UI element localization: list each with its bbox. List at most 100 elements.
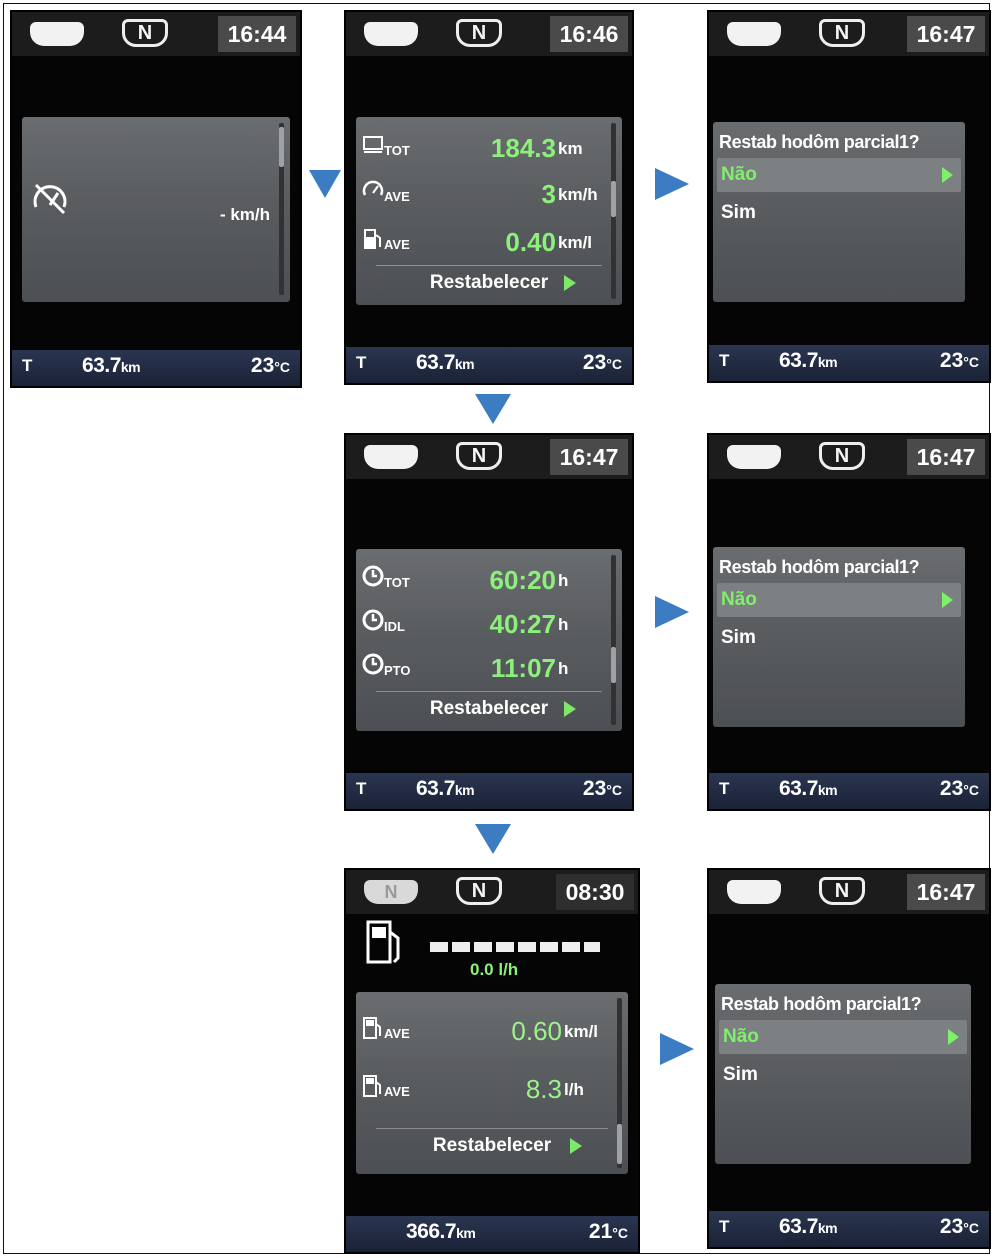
flow-arrow-icon	[475, 394, 511, 424]
status-bar: N 16:47	[709, 12, 989, 56]
indicator-lamp-icon	[727, 445, 781, 469]
dialog-panel: Restab hodôm parcial1? Não Sim	[713, 547, 965, 727]
trip-label: T	[719, 779, 730, 798]
fuel-rate-row: AVE 8.3 l/h	[356, 1068, 614, 1108]
indicator-lamp-icon	[364, 22, 418, 46]
trip-distance: 63.7km	[82, 354, 141, 377]
status-bar: N 16:47	[346, 435, 632, 479]
clock: 16:47	[907, 874, 985, 910]
select-arrow-icon	[942, 592, 953, 608]
screen-reset-confirm-2: N 16:47 Restab hodôm parcial1? Não Sim T…	[707, 433, 991, 811]
trip-distance: 63.7km	[779, 349, 838, 372]
outside-temperature: 23°C	[250, 354, 290, 377]
trip-distance: 63.7km	[779, 777, 838, 800]
engine-hours-clock-icon: TOT	[362, 565, 410, 593]
trip-footer: 366.7km 21°C	[346, 1216, 638, 1252]
gear-indicator: N	[819, 19, 865, 47]
pto-hours-value: 11:07	[490, 653, 556, 683]
reset-button[interactable]: Restabelecer	[376, 1128, 608, 1163]
fuel-pump-icon: AVE	[362, 227, 410, 255]
fuel-pump-icon: AVE	[362, 1074, 410, 1102]
clock: 16:47	[907, 439, 985, 475]
fuel-economy-row: AVE 0.60 km/l	[356, 1010, 614, 1050]
indicator-lamp-icon	[30, 22, 84, 46]
fuel-rate-unit: l/h	[564, 1080, 584, 1099]
option-no[interactable]: Não	[717, 583, 961, 617]
screen-engine-hours: N 16:47 TOT 60:20 h IDL 40:27 h PTO 11:0…	[344, 433, 634, 811]
clock: 16:47	[907, 16, 985, 52]
scrollbar[interactable]	[279, 123, 284, 295]
trip-footer: T 63.7km 23°C	[709, 773, 989, 809]
option-no[interactable]: Não	[719, 1020, 967, 1054]
gear-indicator: N	[819, 442, 865, 470]
outside-temperature: 21°C	[588, 1220, 628, 1243]
reset-button[interactable]: Restabelecer	[376, 691, 602, 726]
indicator-lamp-icon: N	[364, 880, 418, 904]
trip-distance-value: 184.3	[490, 133, 556, 163]
trip-distance: 63.7km	[779, 1215, 838, 1238]
engine-hours-clock-icon: IDL	[362, 609, 405, 637]
outside-temperature: 23°C	[939, 1215, 979, 1238]
reset-button[interactable]: Restabelecer	[376, 265, 602, 300]
dialog-panel: Restab hodôm parcial1? Não Sim	[715, 984, 971, 1164]
dialog-panel: Restab hodôm parcial1? Não Sim	[713, 122, 965, 302]
gear-indicator: N	[456, 19, 502, 47]
option-yes[interactable]: Sim	[723, 1064, 758, 1086]
fuel-economy-row: AVE 0.40 km/l	[356, 221, 608, 261]
total-hours-value: 60:20	[489, 565, 557, 595]
gear-indicator: N	[819, 877, 865, 905]
odometer-icon: TOT	[362, 133, 410, 161]
trip-label: T	[356, 779, 367, 798]
option-no[interactable]: Não	[717, 158, 961, 192]
pto-hours-unit: h	[558, 659, 569, 678]
reset-label: Restabelecer	[429, 272, 549, 293]
gear-indicator: N	[456, 877, 502, 905]
status-bar: N 16:46	[346, 12, 632, 56]
option-yes[interactable]: Sim	[721, 202, 756, 224]
content-panel: TOT 60:20 h IDL 40:27 h PTO 11:07 h Rest…	[356, 549, 622, 731]
average-speed-value: 3	[541, 179, 556, 209]
trip-distance: 63.7km	[416, 777, 475, 800]
outside-temperature: 23°C	[939, 349, 979, 372]
trip-footer: T 63.7km 23°C	[346, 347, 632, 383]
instant-fuel-rate: 0.0 l/h	[470, 960, 519, 979]
reset-arrow-icon	[570, 1138, 582, 1154]
flow-arrow-icon	[655, 596, 689, 628]
pto-hours-row: PTO 11:07 h	[356, 647, 608, 687]
average-speed-row: AVE 3 km/h	[356, 173, 608, 213]
screen-trip-distance: N 16:46 TOT 184.3 km AVE 3 km/h AVE 0.40	[344, 10, 634, 385]
scrollbar[interactable]	[617, 998, 622, 1168]
fuel-pump-icon	[366, 920, 400, 964]
screen-fuel-consumption: N N 08:30 0.0 l/h AVE 0.60 km/l AVE 8.3 …	[344, 868, 640, 1254]
speed-limit-value: - km/h	[219, 205, 270, 224]
indicator-lamp-icon	[727, 880, 781, 904]
flow-arrow-icon	[655, 168, 689, 200]
gear-indicator: N	[456, 442, 502, 470]
flow-arrow-icon	[309, 170, 341, 198]
outside-temperature: 23°C	[582, 351, 622, 374]
option-yes[interactable]: Sim	[721, 627, 756, 649]
reset-label: Restabelecer	[429, 698, 549, 719]
reset-question: Restab hodôm parcial1?	[719, 132, 920, 152]
scrollbar[interactable]	[611, 555, 616, 725]
trip-distance-row: TOT 184.3 km	[356, 127, 608, 167]
trip-label: T	[356, 353, 367, 372]
flow-arrow-icon	[475, 824, 511, 854]
flow-arrow-icon	[660, 1033, 694, 1065]
fuel-economy-value: 0.60	[511, 1016, 562, 1046]
clock: 16:44	[218, 16, 296, 52]
instant-fuel-bar	[430, 942, 600, 952]
indicator-lamp-icon	[364, 445, 418, 469]
scrollbar[interactable]	[611, 123, 616, 299]
status-bar: N 16:47	[709, 435, 989, 479]
average-speed-unit: km/h	[558, 185, 598, 204]
clock: 16:47	[550, 439, 628, 475]
average-speed-icon: AVE	[362, 179, 410, 207]
clock: 16:46	[550, 16, 628, 52]
idle-hours-row: IDL 40:27 h	[356, 603, 608, 643]
total-hours-unit: h	[558, 571, 569, 590]
idle-hours-unit: h	[558, 615, 569, 634]
fuel-economy-unit: km/l	[564, 1022, 599, 1041]
reset-question: Restab hodôm parcial1?	[719, 557, 920, 577]
trip-label: T	[719, 351, 730, 370]
